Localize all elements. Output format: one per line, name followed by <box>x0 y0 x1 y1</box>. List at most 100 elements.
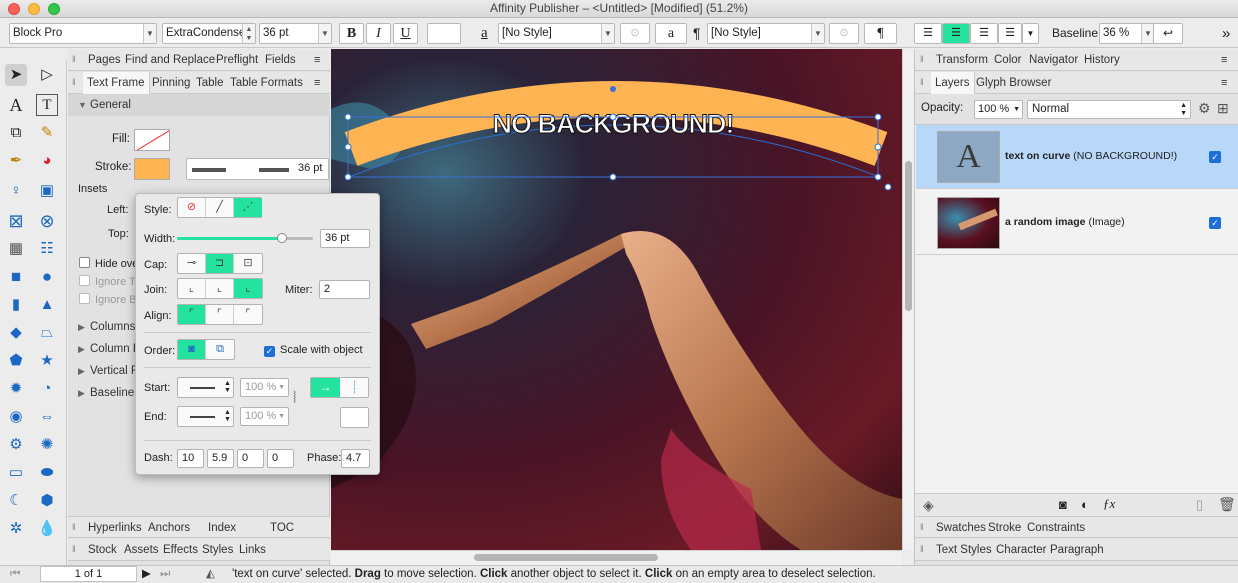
tab-links[interactable]: Links <box>239 539 266 561</box>
cloud-tool-icon[interactable]: ✺ <box>36 434 58 456</box>
arrow-position-alt-button[interactable]: ┊ <box>340 378 369 397</box>
tab-glyph-browser[interactable]: Glyph Browser <box>976 72 1051 94</box>
character-style-preview[interactable]: a <box>655 23 687 44</box>
width-input[interactable]: 36 pt <box>320 229 370 248</box>
donut-tool-icon[interactable]: ◉ <box>5 406 27 428</box>
end-arrowhead-select[interactable]: ▲ ▼ <box>177 406 234 427</box>
triangle-tool-icon[interactable]: ▲ <box>36 294 58 316</box>
diamond-tool-icon[interactable]: ◆ <box>5 322 27 344</box>
ignore-text-wrap-checkbox[interactable]: Ignore T <box>79 275 136 288</box>
gear-tool-icon[interactable]: ✲ <box>5 518 27 540</box>
zoom-window-button[interactable] <box>48 3 60 15</box>
trapezoid-tool-icon[interactable]: ⏢ <box>36 322 58 344</box>
tab-index[interactable]: Index <box>208 517 236 539</box>
layer-row-image[interactable]: a random image (Image) ✓ <box>916 191 1238 255</box>
page-number-field[interactable]: 1 of 1 <box>40 566 137 582</box>
fill-tool-icon[interactable]: ◕ <box>36 150 58 172</box>
tab-assets[interactable]: Assets <box>124 539 159 561</box>
callout-ellipse-tool-icon[interactable]: ⬬ <box>36 462 58 484</box>
align-center-button[interactable]: ☰ <box>942 23 970 44</box>
style-none-button[interactable]: ⊘ <box>178 198 206 217</box>
tab-preflight[interactable]: Preflight <box>216 49 258 71</box>
artistic-text-tool-icon[interactable]: A <box>5 94 27 116</box>
scale-with-object-checkbox[interactable]: ✓ Scale with object <box>264 344 363 357</box>
phase-input[interactable]: 4.7 <box>341 449 370 468</box>
tab-stock[interactable]: Stock <box>88 539 117 561</box>
align-inside-stroke-button[interactable]: ⌜ <box>206 305 234 324</box>
burst-tool-icon[interactable]: ✹ <box>5 378 27 400</box>
font-size-field[interactable]: 36 pt ▼ <box>259 23 332 44</box>
end-scale-field[interactable]: 100 % ▼ <box>240 407 289 426</box>
tab-paragraph[interactable]: Paragraph <box>1050 539 1104 561</box>
bold-button[interactable]: B <box>339 23 364 44</box>
baseline-field[interactable]: 36 % ▼ <box>1099 23 1155 44</box>
order-behind-fill-button[interactable]: ◙ <box>178 340 206 359</box>
dash-input-2[interactable]: 0 <box>237 449 264 468</box>
panel-menu-icon[interactable]: ≡ <box>314 49 320 71</box>
double-arrow-tool-icon[interactable]: ⇔ <box>36 406 58 428</box>
transparency-tool-icon[interactable]: ♀ <box>5 180 27 202</box>
rectangle-tool-icon[interactable]: ■ <box>5 266 27 288</box>
panel-menu-icon[interactable]: ≡ <box>1221 49 1227 71</box>
minimize-window-button[interactable] <box>28 3 40 15</box>
tab-table-formats[interactable]: Table Formats <box>230 72 303 94</box>
rounded-rect-tool-icon[interactable]: ▮ <box>5 294 27 316</box>
table-tool-icon[interactable]: ▦ <box>5 238 27 260</box>
width-slider-track[interactable] <box>177 233 313 243</box>
tab-toc[interactable]: TOC <box>270 517 294 539</box>
underline-button[interactable]: U <box>393 23 418 44</box>
hide-overflow-checkbox[interactable]: Hide ove <box>79 257 138 270</box>
align-left-button[interactable]: ☰ <box>914 23 942 44</box>
node-tool-icon[interactable]: ▷ <box>36 64 58 86</box>
link-arrowheads-icon[interactable]: ⦚ <box>293 390 296 408</box>
stroke-swatch[interactable] <box>134 158 170 180</box>
document-canvas[interactable]: NO BACKGROUND! <box>331 49 902 550</box>
fill-swatch-none[interactable] <box>134 129 170 151</box>
align-outside-stroke-button[interactable]: ⌜ <box>234 305 262 324</box>
end-position-button[interactable] <box>340 407 369 428</box>
last-page-icon[interactable]: ⏭ <box>160 566 170 582</box>
join-miter-button[interactable]: ⌞ <box>178 279 206 298</box>
justify-button[interactable]: ☰ <box>998 23 1022 44</box>
vertical-scrollbar[interactable] <box>902 49 914 550</box>
toolbar-overflow-button[interactable]: » <box>1222 23 1230 44</box>
section-general[interactable]: ▼ General <box>68 94 330 116</box>
layer-row-text-on-curve[interactable]: A text on curve (NO BACKGROUND!) ✓ <box>916 125 1238 189</box>
cog-tool-icon[interactable]: ⚙ <box>5 434 27 456</box>
text-color-swatch[interactable] <box>427 23 461 44</box>
start-scale-field[interactable]: 100 % ▼ <box>240 378 289 397</box>
paragraph-style-options-button[interactable]: ⊙ <box>829 23 859 44</box>
paragraph-style-select[interactable]: [No Style] ▼ <box>707 23 825 44</box>
adjustment-icon[interactable]: ◐ <box>1081 497 1089 512</box>
pen-tool-icon[interactable]: ✒ <box>5 150 27 172</box>
join-round-button[interactable]: ⌞ <box>206 279 234 298</box>
layer-settings-icon[interactable]: ⊞ <box>1217 100 1229 117</box>
tab-transform[interactable]: Transform <box>936 49 988 71</box>
gear-icon[interactable]: ⚙ <box>1198 100 1211 117</box>
next-page-icon[interactable]: ▶ <box>142 566 151 582</box>
character-style-options-button[interactable]: ⊙ <box>620 23 650 44</box>
paragraph-style-preview[interactable]: ¶ <box>864 23 897 44</box>
layer-stack-icon[interactable]: ◈ <box>923 497 934 514</box>
font-family-select[interactable]: Block Pro ▼ <box>9 23 157 44</box>
layer-visibility-checkbox[interactable]: ✓ <box>1209 217 1221 229</box>
tab-constraints[interactable]: Constraints <box>1027 517 1085 539</box>
square-tool-icon[interactable]: ⬢ <box>36 490 58 512</box>
blend-mode-select[interactable]: Normal ▲ ▼ <box>1027 100 1191 119</box>
arrow-position-button[interactable]: → <box>311 378 340 397</box>
reset-baseline-button[interactable]: ↩ <box>1153 23 1183 44</box>
tab-table[interactable]: Table <box>196 72 224 94</box>
place-image-icon[interactable]: ▣ <box>36 180 58 202</box>
table-format-icon[interactable]: ☷ <box>36 238 58 260</box>
style-dashed-button[interactable]: ⋰ <box>234 198 262 217</box>
tab-color[interactable]: Color <box>994 49 1021 71</box>
ellipse-tool-icon[interactable]: ● <box>36 266 58 288</box>
picture-frame-rect-icon[interactable]: ⊠ <box>5 210 27 232</box>
picture-frame-ellipse-icon[interactable]: ⊗ <box>36 210 58 232</box>
start-arrowhead-select[interactable]: ▲ ▼ <box>177 377 234 398</box>
mask-layer-icon[interactable]: ◙ <box>1059 497 1067 512</box>
panel-menu-icon[interactable]: ≡ <box>1221 72 1227 94</box>
opacity-field[interactable]: 100 % ▼ <box>974 100 1023 119</box>
dash-input-1[interactable]: 10 <box>177 449 204 468</box>
tab-history[interactable]: History <box>1084 49 1120 71</box>
